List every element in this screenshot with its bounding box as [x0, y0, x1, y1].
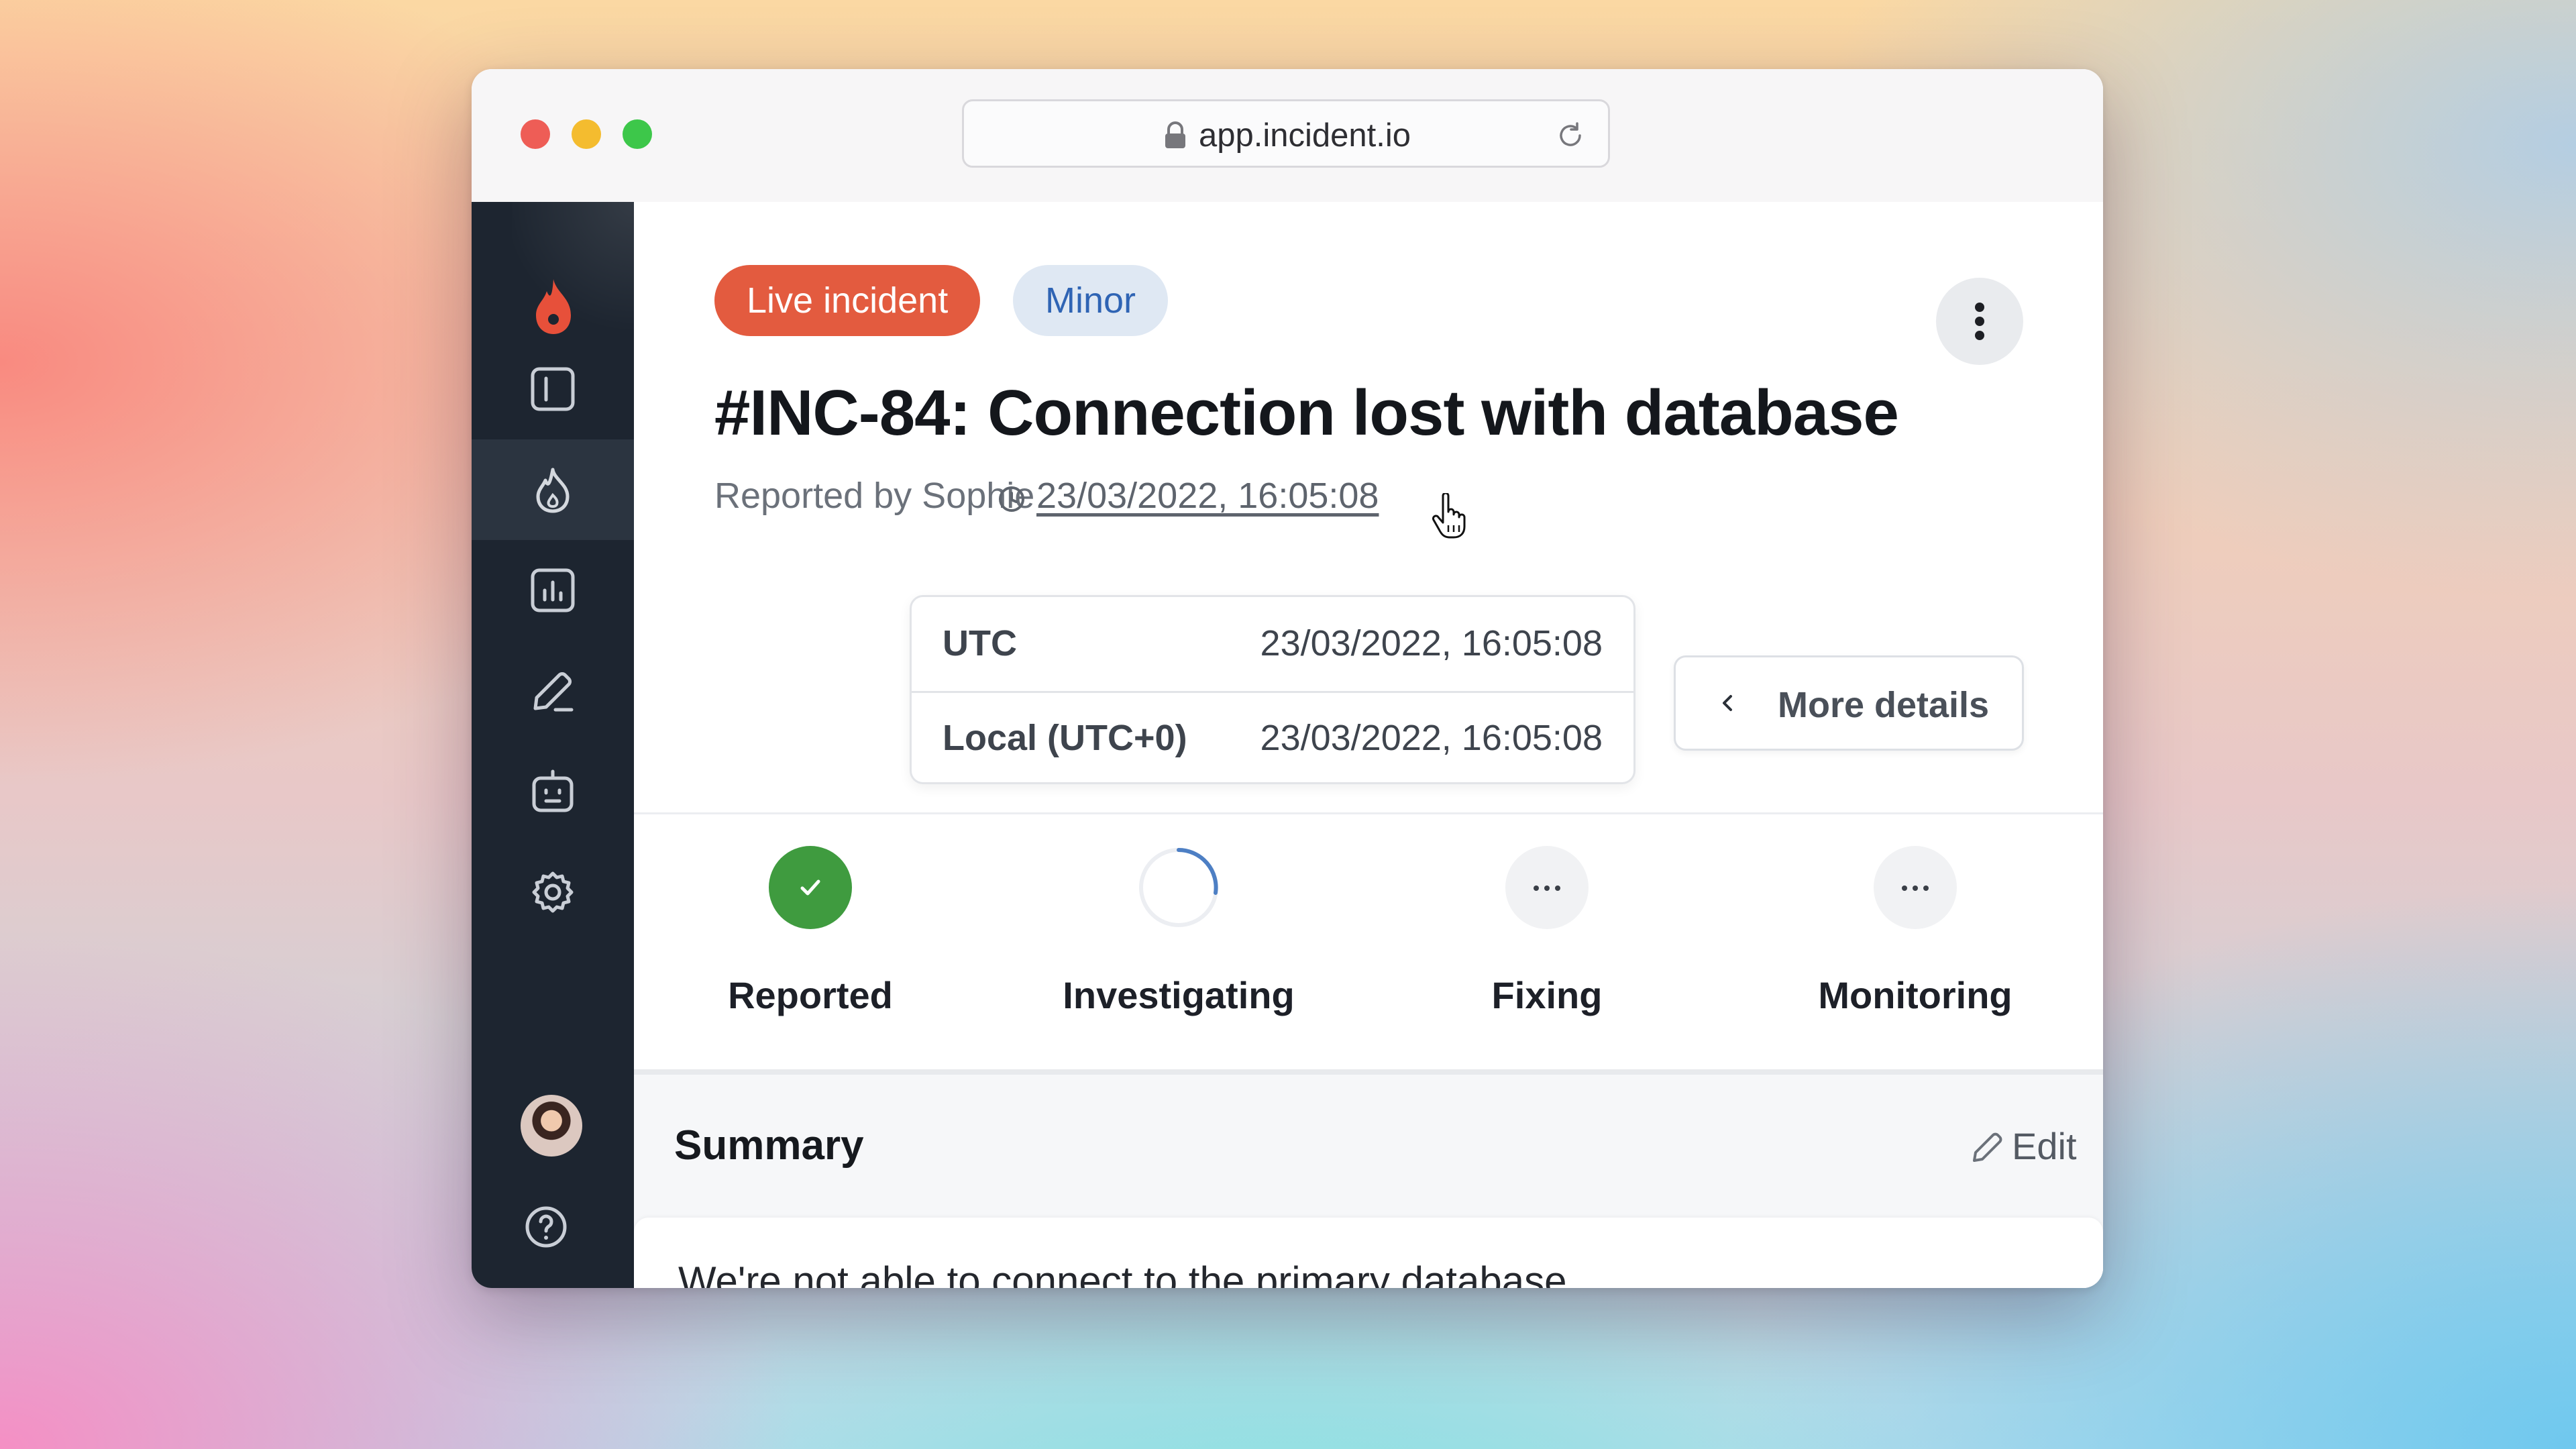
step-label: Investigating — [1063, 974, 1295, 1016]
incident-page: Live incident Minor #INC-84: Connection … — [634, 202, 2103, 1288]
timezone-row: Local (UTC+0) 23/03/2022, 16:05:08 — [912, 692, 1633, 786]
sidebar-item-insights[interactable] — [472, 540, 634, 641]
ellipsis-icon — [1902, 885, 1929, 891]
timezone-label: Local (UTC+0) — [943, 718, 1187, 758]
address-bar[interactable]: app.incident.io — [962, 99, 1610, 168]
step-status-pending — [1505, 846, 1589, 929]
ellipsis-icon — [1534, 885, 1560, 891]
edit-summary-button[interactable]: Edit — [1969, 1120, 2083, 1174]
more-actions-button[interactable] — [1936, 278, 2023, 365]
divider — [634, 812, 2103, 814]
browser-titlebar: app.incident.io — [472, 69, 2103, 204]
step-label: Fixing — [1491, 974, 1603, 1016]
browser-window: app.incident.io Live incident Minor #INC… — [472, 69, 2103, 1288]
sidebar-panel-icon — [531, 367, 575, 411]
pencil-icon — [533, 672, 574, 712]
timezone-row: UTC 23/03/2022, 16:05:08 — [912, 597, 1633, 693]
divider — [634, 1069, 2103, 1075]
minimize-window-button[interactable] — [572, 119, 601, 149]
lock-icon — [1165, 121, 1185, 148]
sidebar — [472, 202, 634, 1288]
timezone-value: 23/03/2022, 16:05:08 — [1260, 623, 1603, 663]
spinner-icon — [1139, 848, 1218, 927]
chevron-left-icon — [1723, 695, 1732, 711]
bot-icon — [532, 769, 574, 812]
maximize-window-button[interactable] — [623, 119, 652, 149]
step-investigating[interactable]: Investigating — [1011, 846, 1346, 1034]
summary-card: We're not able to connect to the primary… — [634, 1218, 2103, 1288]
reload-icon[interactable] — [1554, 119, 1587, 152]
sidebar-item-workflows[interactable] — [472, 741, 634, 842]
step-label: Reported — [728, 974, 893, 1016]
more-details-label: More details — [1778, 685, 1990, 725]
flame-icon — [536, 468, 570, 513]
reported-timestamp[interactable]: 23/03/2022, 16:05:08 — [1036, 475, 1379, 517]
check-icon — [800, 879, 820, 896]
timezone-tooltip: UTC 23/03/2022, 16:05:08 Local (UTC+0) 2… — [910, 595, 1635, 784]
kebab-dot — [1975, 303, 1984, 312]
timezone-label: UTC — [943, 623, 1017, 663]
sidebar-item-settings[interactable] — [472, 842, 634, 943]
sidebar-item-incidents[interactable] — [472, 439, 634, 540]
incident-io-logo[interactable] — [533, 278, 574, 335]
sidebar-item-panel[interactable] — [472, 339, 634, 439]
severity-badge[interactable]: Minor — [1013, 265, 1169, 336]
gear-icon — [532, 871, 574, 913]
pencil-icon — [1973, 1132, 2002, 1162]
step-label: Monitoring — [1818, 974, 2012, 1016]
step-fixing[interactable]: Fixing — [1379, 846, 1715, 1034]
close-window-button[interactable] — [521, 119, 550, 149]
reported-by: Reported by Sophie — [714, 476, 1035, 516]
step-status-pending — [1874, 846, 1957, 929]
step-status-in-progress — [1137, 846, 1220, 929]
clock-icon — [999, 486, 1024, 512]
summary-text: We're not able to connect to the primary… — [678, 1258, 1578, 1288]
summary-heading: Summary — [674, 1122, 864, 1169]
step-monitoring[interactable]: Monitoring — [1748, 846, 2083, 1034]
chart-icon — [531, 568, 575, 612]
kebab-dot — [1975, 331, 1984, 340]
step-status-done — [769, 846, 852, 929]
url-text: app.incident.io — [1199, 117, 1411, 154]
timezone-value: 23/03/2022, 16:05:08 — [1260, 718, 1603, 758]
sidebar-item-postmortems[interactable] — [472, 641, 634, 741]
step-reported[interactable]: Reported — [643, 846, 978, 1034]
kebab-dot — [1975, 317, 1984, 326]
more-details-button[interactable]: More details — [1674, 655, 2024, 751]
help-icon[interactable] — [521, 1201, 572, 1252]
status-badge[interactable]: Live incident — [714, 265, 981, 336]
page-title: #INC-84: Connection lost with database — [714, 377, 1899, 449]
avatar[interactable] — [521, 1095, 582, 1157]
pointer-cursor-icon — [1432, 493, 1466, 539]
edit-label: Edit — [2012, 1125, 2077, 1167]
